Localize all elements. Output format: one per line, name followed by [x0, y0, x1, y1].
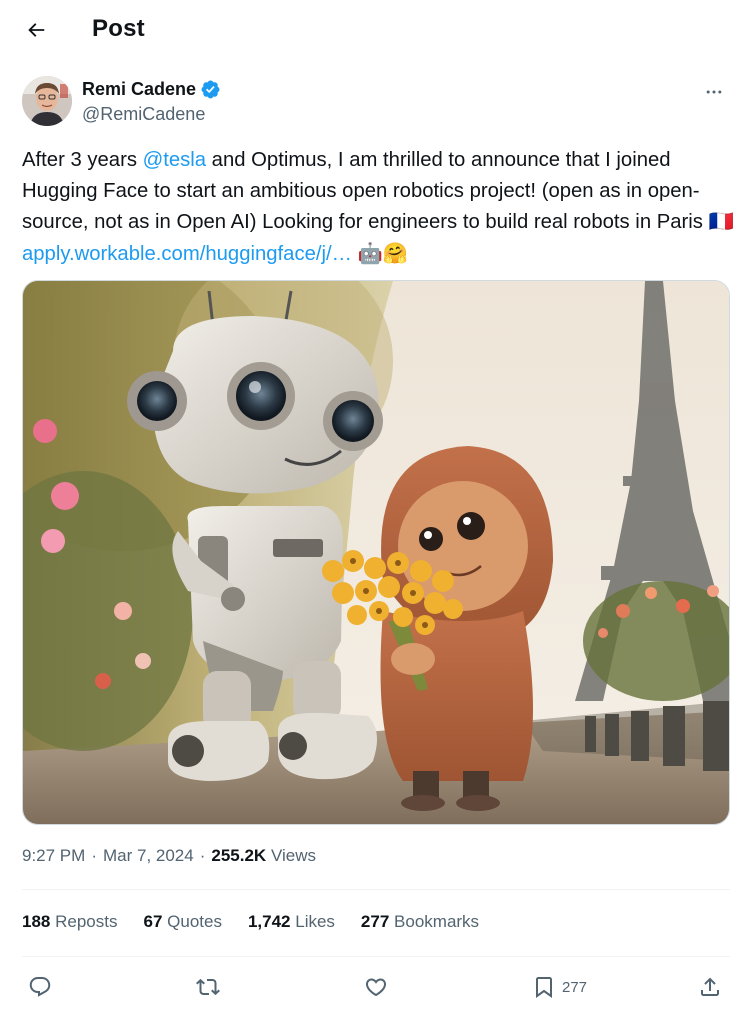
reposts-stat[interactable]: 188 Reposts: [22, 912, 117, 932]
author-name-row[interactable]: Remi Cadene: [82, 79, 221, 100]
reply-button[interactable]: [28, 970, 52, 1004]
tweet-media-image[interactable]: [22, 280, 730, 825]
robot-hug-emoji: 🤖🤗: [357, 240, 409, 265]
meta-separator: ·: [199, 846, 206, 865]
post-date[interactable]: Mar 7, 2024: [103, 846, 194, 866]
engagement-stats: 188 Reposts 67 Quotes 1,742 Likes 277 Bo…: [22, 912, 479, 932]
meta-separator: ·: [91, 846, 97, 865]
bookmark-button[interactable]: 277: [532, 970, 587, 1004]
likes-stat[interactable]: 1,742 Likes: [248, 912, 335, 932]
tweet-text: After 3 years @tesla and Optimus, I am t…: [22, 145, 734, 269]
external-link[interactable]: apply.workable.com/huggingface/j/…: [22, 243, 352, 265]
views-label: Views: [270, 846, 316, 865]
author-row: Remi Cadene @RemiCadene: [22, 76, 734, 130]
bookmarks-stat[interactable]: 277 Bookmarks: [361, 912, 479, 932]
repost-icon: [196, 978, 220, 996]
avatar[interactable]: [22, 76, 72, 126]
reply-icon: [29, 977, 51, 997]
post-header: Post: [0, 0, 752, 58]
share-icon: [701, 977, 719, 996]
more-button[interactable]: [698, 78, 730, 106]
france-flag-emoji: 🇫🇷: [708, 209, 734, 233]
divider: [22, 956, 730, 957]
author-handle[interactable]: @RemiCadene: [82, 104, 205, 125]
mention-link[interactable]: @tesla: [143, 149, 206, 171]
author-name[interactable]: Remi Cadene: [82, 79, 196, 100]
back-button[interactable]: [20, 14, 52, 46]
arrow-left-icon: [28, 23, 45, 37]
post-time[interactable]: 9:27 PM: [22, 846, 85, 866]
tweet-text-part-1: After 3 years: [22, 149, 143, 171]
divider: [22, 889, 730, 890]
views-count: 255.2K: [211, 846, 267, 865]
bookmark-count: 277: [562, 978, 588, 996]
post-meta: 9:27 PM · Mar 7, 2024 · 255.2K Views: [22, 846, 316, 866]
verified-badge-icon: [201, 80, 220, 99]
bookmark-icon: [536, 977, 552, 998]
quotes-stat[interactable]: 67 Quotes: [143, 912, 221, 932]
repost-button[interactable]: [196, 970, 220, 1004]
more-horizontal-icon: [706, 90, 722, 94]
action-bar: 277: [22, 970, 730, 1004]
like-button[interactable]: [364, 970, 388, 1004]
share-button[interactable]: [698, 970, 722, 1004]
heart-icon: [365, 978, 387, 997]
page-title: Post: [92, 15, 145, 42]
